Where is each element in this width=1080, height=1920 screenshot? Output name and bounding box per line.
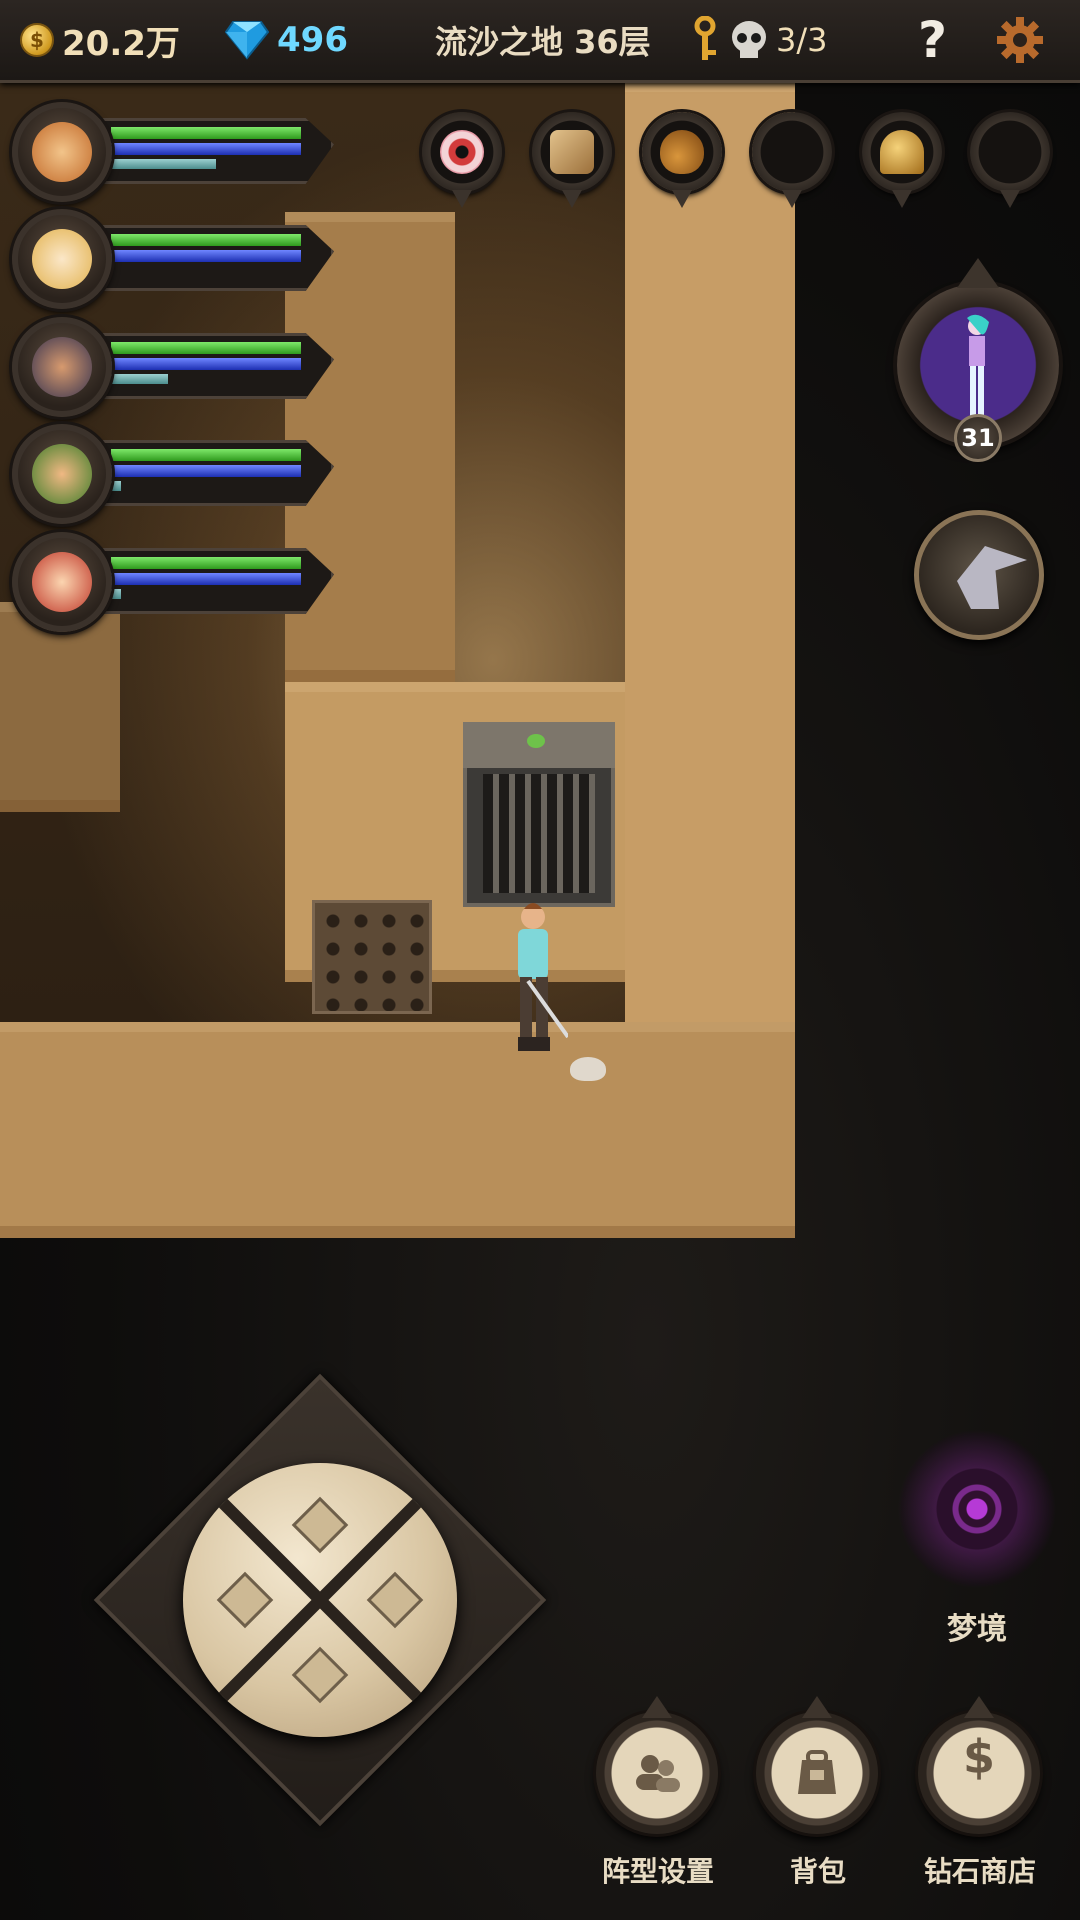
kill-count: 3/3 [776,21,828,59]
backpack-icon [798,1750,836,1794]
skull-icon [732,21,766,58]
dream-label: 梦境 [947,1612,1007,1647]
gear-icon [997,17,1043,63]
party-member-2[interactable] [12,207,334,309]
key-icon [692,0,718,80]
xp-bar [111,481,121,491]
map-tile [0,602,120,812]
item-slot-5[interactable] [860,108,944,212]
mp-bar [111,358,301,370]
pet-level-badge: 31 [954,414,1002,462]
hero-portrait-3 [12,317,112,417]
kill-counter: 3/3 [730,0,828,80]
bell-icon [880,130,924,174]
empty-slot-icon [970,112,1050,192]
bone-remains [570,1057,606,1081]
hero-portrait-5 [12,532,112,632]
hero-portrait-2 [12,209,112,309]
face-icon [32,229,92,289]
eye-icon [440,130,484,174]
status-bars [98,548,334,614]
locked-gate[interactable] [463,722,615,907]
formation-button[interactable] [590,1700,724,1834]
xp-bar [111,159,216,169]
bag-label: 背包 [789,1855,846,1888]
settings-button[interactable] [995,0,1045,80]
status-bars [98,225,334,291]
gate-bars [483,774,595,893]
face-icon [32,337,92,397]
coin-icon: $ [20,23,54,57]
crow-skill-button[interactable] [914,510,1044,640]
dollar-icon: $ [962,1730,995,1784]
item-slot-1[interactable] [420,108,504,212]
player-character [518,903,568,1051]
hp-bar [111,127,301,139]
hero-portrait-1 [12,102,112,202]
fairy-pet-icon [967,314,989,416]
party-member-1[interactable] [12,100,334,202]
map-tile [0,1022,795,1238]
direction-pad[interactable] [93,1373,547,1827]
item-slot-4[interactable] [750,108,834,212]
face-icon [32,122,92,182]
gate-gem [527,734,545,748]
hero-portrait-4 [12,424,112,524]
diamond-shop-label: 钻石商店 [923,1855,1036,1888]
question-icon: ? [918,11,948,69]
mp-bar [111,573,301,585]
gold-counter: $ 20.2万 [20,0,180,80]
rune-dice-icon [550,130,594,174]
dream-portal-button[interactable] [898,1430,1056,1588]
bag-button[interactable] [750,1700,884,1834]
item-slot-6[interactable] [968,108,1052,212]
party-member-3[interactable] [12,315,334,417]
help-button[interactable]: ? [918,0,947,80]
hp-bar [111,342,301,354]
face-icon [32,552,92,612]
mp-bar [111,465,301,477]
acorn-icon [660,130,704,174]
empty-slot-icon [752,112,832,192]
gem-counter: 496 [225,0,348,80]
status-bars [98,333,334,399]
floor-grate[interactable] [312,900,432,1014]
status-bars [98,440,334,506]
floor-name: 流沙之地 36层 [435,23,651,61]
item-slot-2[interactable] [530,108,614,212]
item-slot-3[interactable] [640,108,724,212]
hp-bar [111,234,301,246]
gate-arch [463,722,615,768]
crow-icon [957,546,1027,609]
status-bars [98,118,334,184]
diamond-shop-button[interactable]: $ [912,1700,1046,1834]
pet-companion-button[interactable]: 31 [897,254,1059,468]
hp-bar [111,449,301,461]
xp-bar [111,374,168,384]
gold-amount: 20.2万 [62,23,180,64]
xp-bar [111,589,121,599]
mp-bar [111,143,301,155]
party-member-5[interactable] [12,530,334,632]
formation-label: 阵型设置 [601,1855,714,1888]
face-icon [32,444,92,504]
diamond-icon [225,21,269,60]
people-icon [636,1755,680,1792]
top-bar: $ 20.2万 496 流沙之地 36层 3/3 ? [0,0,1080,83]
mp-bar [111,250,301,262]
party-member-4[interactable] [12,422,334,524]
location-title: 流沙之地 36层 [435,0,651,80]
hp-bar [111,557,301,569]
gem-amount: 496 [277,20,348,60]
